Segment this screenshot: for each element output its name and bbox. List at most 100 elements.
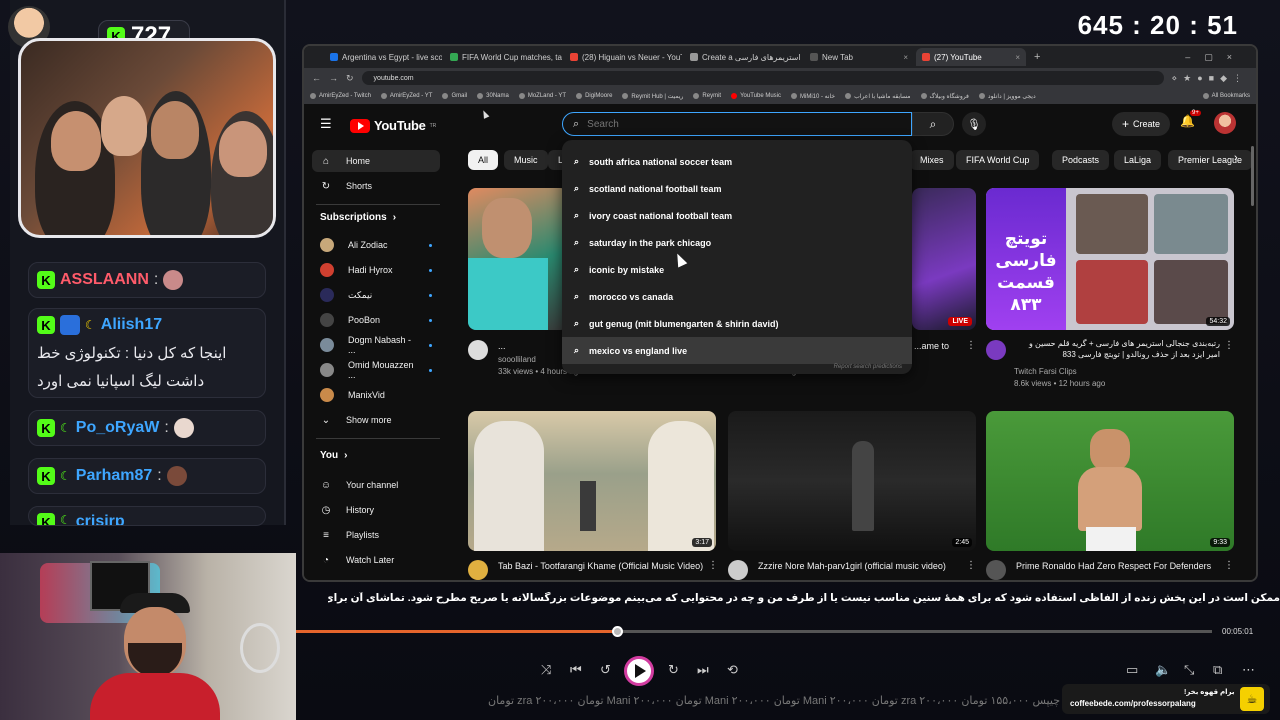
video-title[interactable]: Prime Ronaldo Had Zero Respect For Defen… [1016,560,1216,572]
bookmark[interactable]: فروشگاه وبیلاگ [920,93,969,100]
volume-icon[interactable]: 🔈 [1155,662,1171,678]
profile-avatar[interactable] [1214,112,1236,134]
picture-in-picture-icon[interactable]: ⧉ [1213,662,1222,678]
fullscreen-exit-icon[interactable]: ⤡ [1184,662,1194,678]
chip-premier-league[interactable]: Premier League [1168,150,1253,170]
channel-avatar[interactable] [468,560,488,580]
skip-next-icon[interactable]: ⏭ [697,662,709,678]
notifications-bell-icon[interactable]: 🔔 [1180,114,1195,128]
scrollbar[interactable] [1251,146,1254,206]
video-thumbnail[interactable]: تویتچ فارسی قسمت ۸۳۳ 54:32 [986,188,1234,330]
video-thumbnail[interactable]: 2:45 [728,411,976,551]
suggestion-item[interactable]: ⌕ mexico vs england live [562,337,912,364]
bookmark[interactable]: مسابقه ماشیا با اعراب [845,93,911,100]
close-tab-icon[interactable]: × [903,53,908,62]
chip-all[interactable]: All [468,150,499,170]
search-box[interactable]: ⌕ [562,112,912,136]
subscription-item[interactable]: نیمکت [312,284,440,306]
channel-avatar[interactable] [468,340,488,360]
sidebar-item-playlists[interactable]: ≡ Playlists [312,524,440,546]
chip-podcasts[interactable]: Podcasts [1052,150,1110,170]
browser-tab[interactable]: Create a استریمرهای فارسی× [684,48,802,66]
subscription-item[interactable]: Dogm Nabash - ... [312,334,440,356]
report-predictions-link[interactable]: Report search predictions [834,364,902,370]
bookmark[interactable]: YouTube Music [731,93,781,99]
back-icon[interactable]: ← [312,73,321,83]
bookmark[interactable]: MoZLand - YT [518,93,566,99]
rewind-icon[interactable]: ↺ [600,662,611,678]
bookmark[interactable]: DigiMoore [576,93,612,99]
search-input[interactable] [587,118,888,130]
play-button[interactable] [624,656,654,686]
more-options-icon[interactable]: ⋮ [1224,560,1234,571]
all-bookmarks[interactable]: All Bookmarks [1202,93,1250,99]
repeat-off-icon[interactable]: ⟲ [727,662,738,678]
video-thumbnail[interactable]: LIVE [912,188,976,330]
browser-tab[interactable]: (28) Higuain vs Neuer - YouTube× [564,48,682,66]
more-options-icon[interactable]: ⋯ [1242,662,1255,678]
bookmark[interactable]: MiMi10 - خانه [791,93,835,100]
forward-icon[interactable]: → [329,73,338,83]
bookmark[interactable]: 30Nama [477,93,509,99]
video-channel[interactable]: Twitch Farsi Clips [1014,366,1077,377]
suggestion-item[interactable]: ⌕ ivory coast national football team [562,202,912,229]
bookmark[interactable]: Reymit [693,93,721,99]
browser-tab[interactable]: New Tab × [804,48,914,66]
skip-previous-icon[interactable]: ⏮ [570,662,582,678]
window-controls[interactable]: –▢× [1185,52,1256,63]
sidebar-item-home[interactable]: ⌂ Home [312,150,440,172]
subscription-item[interactable]: PooBon [312,309,440,331]
suggestion-item[interactable]: ⌕ saturday in the park chicago [562,229,912,256]
browser-tab-active[interactable]: (27) YouTube × [916,48,1026,66]
fast-forward-icon[interactable]: ↻ [668,662,679,678]
search-button[interactable]: ⌕ [912,112,954,136]
progress-knob[interactable] [611,626,623,637]
youtube-logo[interactable]: YouTube TR [350,118,436,133]
browser-tab[interactable]: Argentina vs Egypt - live score× [324,48,442,66]
video-title[interactable]: Tab Bazi - Tootfarangi Khame (Official M… [498,560,704,572]
playback-progress[interactable] [296,626,1212,637]
browser-tab[interactable]: FIFA World Cup matches, table× [444,48,562,66]
sidebar-item-shorts[interactable]: ↻ Shorts [312,175,440,197]
video-thumbnail[interactable] [468,188,568,330]
suggestion-item[interactable]: ⌕ morocco vs canada [562,283,912,310]
chip-laliga[interactable]: LaLiga [1114,150,1162,170]
video-title[interactable]: رتبه‌بندی جنجالی استریمر های فارسی + گری… [1014,338,1220,362]
more-options-icon[interactable]: ⋮ [708,560,718,571]
video-title[interactable]: Zzzire Nore Mah-parv1girl (official musi… [758,560,964,572]
channel-avatar[interactable] [728,560,748,580]
sidebar-item-history[interactable]: ◷ History [312,499,440,521]
create-button[interactable]: + Create [1112,112,1171,136]
suggestion-item[interactable]: ⌕ south africa national soccer team [562,148,912,175]
reload-icon[interactable]: ↻ [346,73,354,84]
video-title[interactable]: ... [498,340,570,352]
chip-music[interactable]: Music [504,150,548,170]
subscription-item[interactable]: ManixVid [312,384,440,406]
more-options-icon[interactable]: ⋮ [1224,340,1234,351]
bookmark[interactable]: Reymit Hub | ریمیت [622,93,683,100]
chevron-right-icon[interactable]: › [1234,152,1238,164]
channel-avatar[interactable] [986,560,1006,580]
suggestion-item[interactable]: ⌕ iconic by mistake [562,256,912,283]
menu-icon[interactable]: ☰ [320,116,332,132]
show-more-button[interactable]: ⌄ Show more [312,409,440,431]
sidebar-item-your-channel[interactable]: ☺ Your channel [312,474,440,496]
subscription-item[interactable]: Ali Zodiac [312,234,440,256]
sidebar-item-watch-later[interactable]: ◔ Watch Later [312,549,440,571]
subscription-item[interactable]: Omid Mouazzen ... [312,359,440,381]
video-thumbnail[interactable]: 3:17 [468,411,716,551]
channel-avatar[interactable] [986,340,1006,360]
coffee-support-banner[interactable]: برام قهوه بخر! coffeebede.com/professorp… [1062,684,1270,714]
bookmark[interactable]: AmirEyZed - Twitch [310,93,371,99]
bookmark[interactable]: دیجی موویز | دانلود [978,93,1036,100]
video-title[interactable]: ...ame to [914,340,974,352]
bookmark[interactable]: AmirEyZed - YT [380,93,432,99]
shuffle-icon[interactable]: ⤨ [541,662,551,678]
extensions-icon[interactable]: ⋄★●■◆⋮ [1172,73,1249,84]
suggestion-item[interactable]: ⌕ scotland national football team [562,175,912,202]
new-tab-icon[interactable]: + [1034,51,1040,63]
subscription-item[interactable]: Hadi Hyrox [312,259,440,281]
close-tab-icon[interactable]: × [1015,53,1020,62]
more-options-icon[interactable]: ⋮ [966,560,976,571]
bookmark[interactable]: Gmail [442,93,467,99]
